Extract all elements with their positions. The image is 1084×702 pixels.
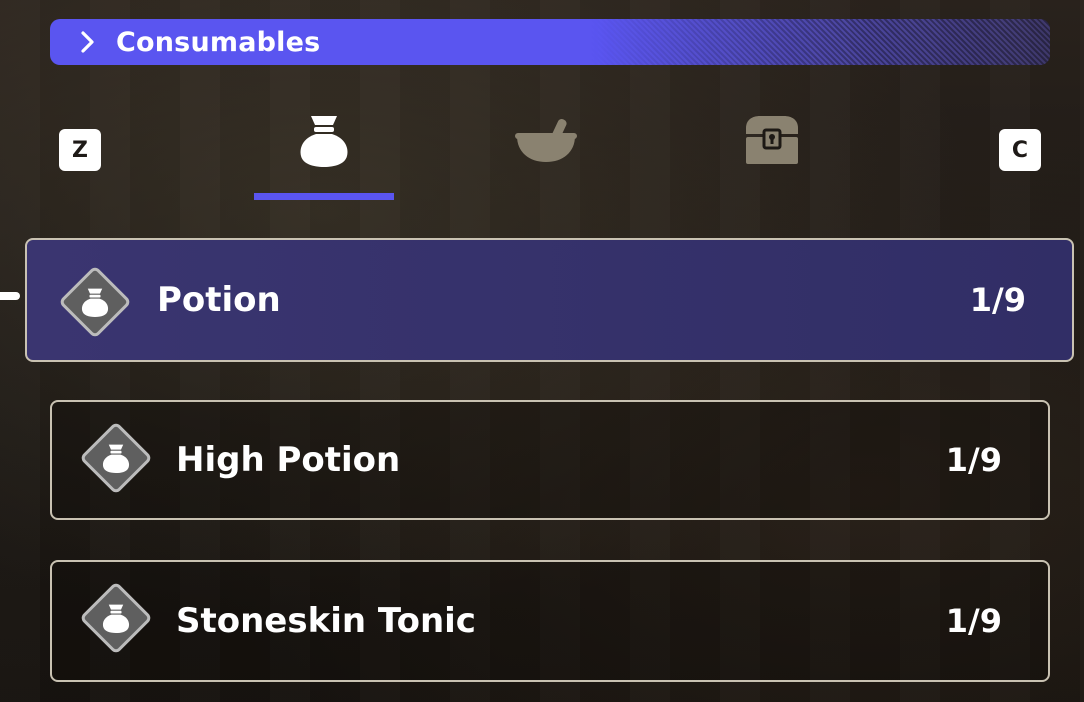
selected-tab-underline xyxy=(254,193,394,200)
item-bag-icon xyxy=(102,444,130,473)
item-count: 1/9 xyxy=(945,441,1002,479)
item-bag-icon xyxy=(81,288,109,317)
list-item[interactable]: Potion 1/9 xyxy=(25,238,1074,362)
tab-consumables[interactable] xyxy=(254,108,394,200)
category-title: Consumables xyxy=(116,26,321,58)
item-name: High Potion xyxy=(176,440,401,480)
tab-crafting[interactable] xyxy=(476,108,616,200)
tab-key-items[interactable] xyxy=(702,108,842,200)
mortar-pestle-icon xyxy=(515,119,577,162)
selection-cursor xyxy=(0,292,20,300)
item-name: Potion xyxy=(157,280,281,320)
next-tab-key[interactable]: C xyxy=(999,129,1041,171)
prev-tab-key[interactable]: Z xyxy=(59,129,101,171)
item-name: Stoneskin Tonic xyxy=(176,601,476,641)
item-count: 1/9 xyxy=(945,602,1002,640)
item-count: 1/9 xyxy=(969,281,1026,319)
list-item[interactable]: High Potion 1/9 xyxy=(50,400,1050,520)
list-item[interactable]: Stoneskin Tonic 1/9 xyxy=(50,560,1050,682)
treasure-chest-icon xyxy=(746,116,798,164)
item-bag-icon xyxy=(300,116,348,167)
chevron-right-icon xyxy=(78,31,98,53)
category-header: Consumables xyxy=(50,19,1050,65)
item-bag-icon xyxy=(102,604,130,633)
